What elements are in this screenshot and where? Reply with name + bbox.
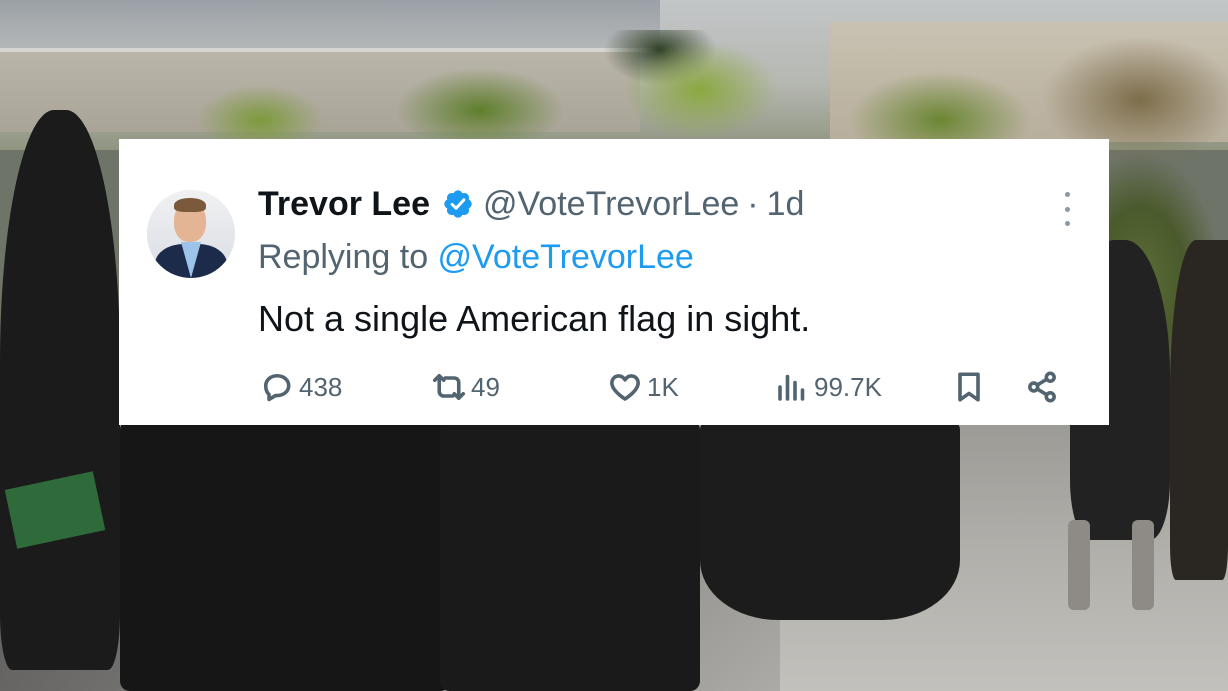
- more-dot: [1064, 192, 1070, 197]
- separator-dot: ·: [747, 184, 759, 223]
- retweet-count: 49: [471, 371, 500, 402]
- like-button[interactable]: 1K: [607, 367, 679, 407]
- person-figure: [120, 420, 450, 691]
- person-figure: [0, 110, 120, 670]
- verified-badge-icon: [444, 190, 472, 218]
- reply-bubble-icon: [263, 373, 291, 402]
- more-dot: [1064, 206, 1070, 212]
- bookmark-button[interactable]: [951, 367, 987, 407]
- tweet-text: Not a single American flag in sight.: [258, 298, 811, 339]
- replying-to-label: Replying to: [258, 238, 438, 276]
- tweet-header: Trevor Lee @VoteTrevorLee · 1d: [258, 184, 804, 224]
- views-button[interactable]: 99.7K: [774, 367, 882, 407]
- tweet-card: Trevor Lee @VoteTrevorLee · 1d Replying …: [119, 139, 1109, 425]
- person-figure: [1170, 240, 1228, 580]
- retweet-button[interactable]: 49: [431, 367, 500, 407]
- avatar[interactable]: [147, 190, 235, 278]
- display-name[interactable]: Trevor Lee: [258, 185, 430, 224]
- more-dot: [1064, 221, 1070, 226]
- user-handle[interactable]: @VoteTrevorLee: [483, 185, 739, 224]
- retweet-icon: [432, 373, 466, 401]
- reply-button[interactable]: 438: [259, 367, 342, 407]
- bookmark-icon: [958, 372, 980, 402]
- person-leg: [1068, 520, 1090, 610]
- share-button[interactable]: [1024, 367, 1060, 407]
- person-figure: [440, 420, 700, 691]
- more-options-icon[interactable]: [1057, 192, 1077, 226]
- person-figure: [700, 420, 960, 620]
- tweet-timestamp[interactable]: 1d: [767, 185, 805, 224]
- tweet-actions: 438 49 1K 99.7K: [119, 367, 1109, 407]
- replying-to-mention[interactable]: @VoteTrevorLee: [438, 238, 694, 276]
- heart-icon: [610, 374, 640, 401]
- share-icon: [1028, 371, 1056, 403]
- replying-to-line: Replying to @VoteTrevorLee: [258, 238, 694, 277]
- views-bar-chart-icon: [778, 374, 805, 401]
- avatar-hair: [174, 198, 206, 212]
- like-count: 1K: [647, 371, 679, 402]
- views-count: 99.7K: [814, 371, 882, 402]
- person-leg: [1132, 520, 1154, 610]
- reply-count: 438: [299, 371, 343, 402]
